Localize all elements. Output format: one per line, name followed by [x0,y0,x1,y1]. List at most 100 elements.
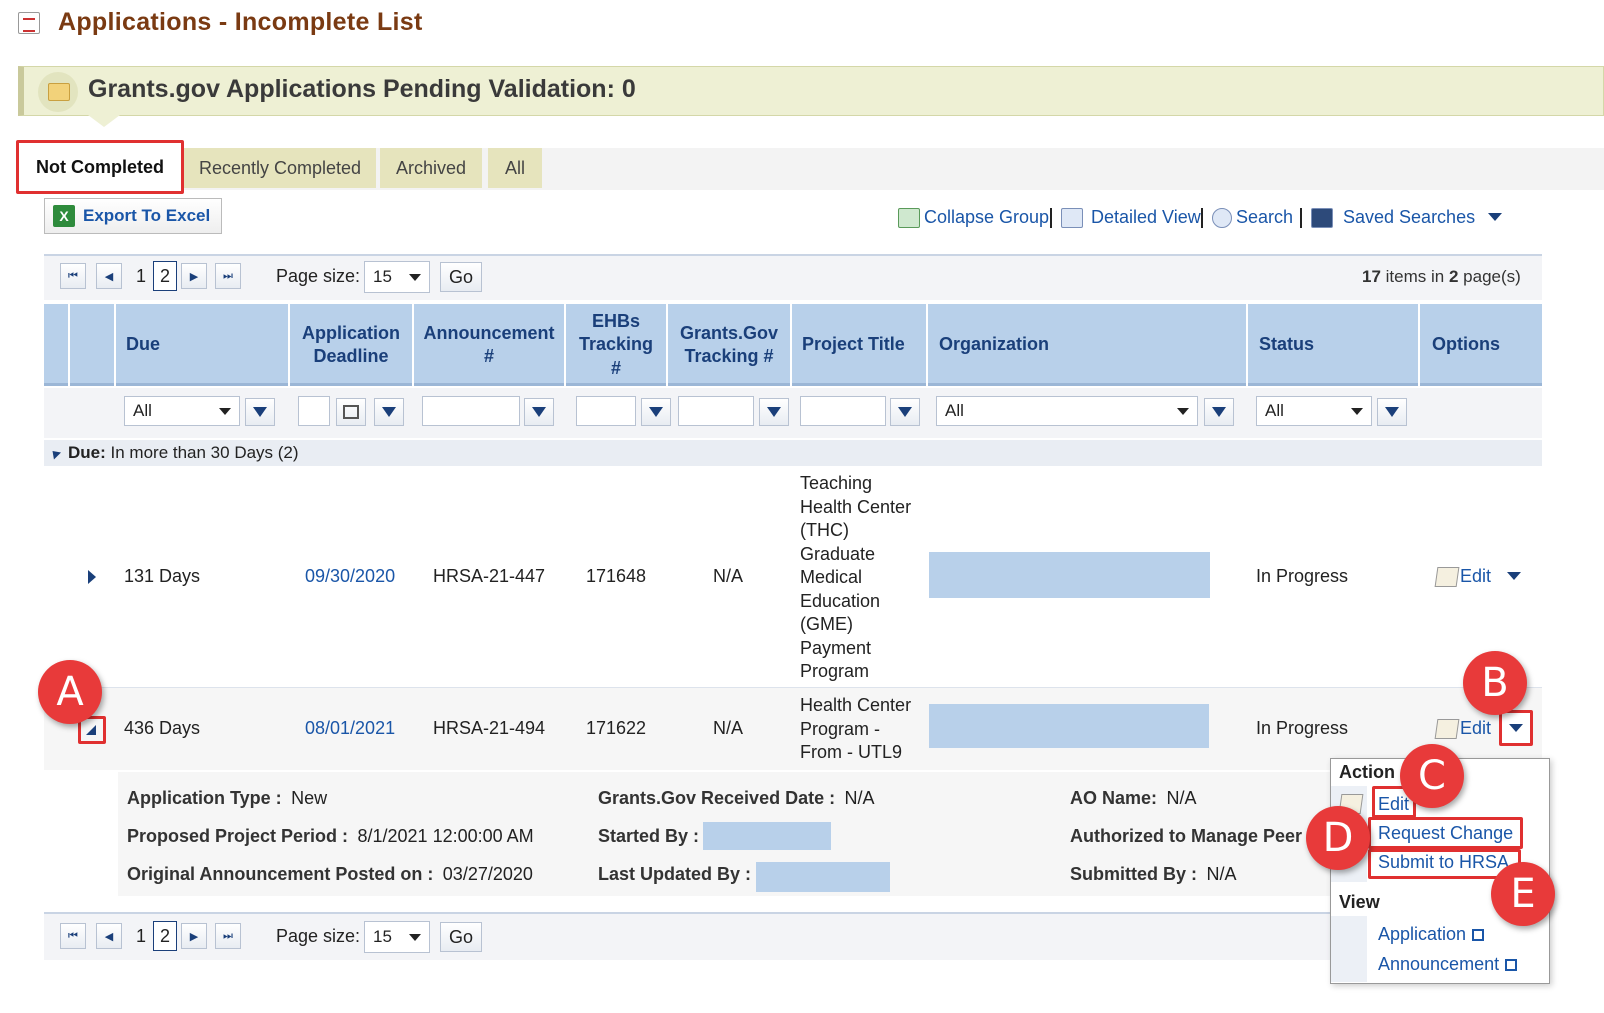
first-page-button[interactable]: ⏮ [60,923,86,949]
tab-archived[interactable]: Archived [380,148,482,188]
project-filter-input[interactable] [800,396,886,426]
header-organization[interactable]: Organization [926,304,1246,386]
toolbar-separator [1050,208,1052,228]
collapse-group-icon [898,207,920,228]
page-size-select[interactable]: 15 [364,921,430,953]
row-due: 436 Days [124,718,201,738]
page-size-label: Page size: [276,926,361,946]
page-2-current[interactable]: 2 [153,261,177,291]
menu-request-change[interactable]: Request Change [1378,823,1513,844]
header-ehbs-tracking[interactable]: EHBs Tracking # [564,304,666,386]
go-button[interactable]: Go [440,922,482,952]
toolbar-separator [1300,208,1302,228]
pager-top [44,254,1542,300]
menu-view-heading: View [1339,892,1380,912]
announcement-filter-input[interactable] [422,396,520,426]
export-to-excel-button[interactable]: X Export To Excel [44,198,222,234]
detail-submitted-by: Submitted By : N/A [1070,864,1236,885]
grants-filter-input[interactable] [678,396,754,426]
last-page-button[interactable]: ⏭ [215,263,241,289]
row-status: In Progress [1256,566,1349,586]
calendar-button[interactable] [336,398,366,426]
ehbs-filter-button[interactable] [641,398,671,426]
header-due[interactable]: Due [114,304,288,386]
row-options-dropdown-icon[interactable] [1507,572,1521,580]
header-status[interactable]: Status [1246,304,1418,386]
header-label: # [483,346,494,366]
menu-view-announcement[interactable]: Announcement [1378,954,1518,975]
search-label: Search [1236,207,1294,227]
first-page-button[interactable]: ⏮ [60,263,86,289]
menu-view-application[interactable]: Application [1378,924,1485,945]
expand-row-icon[interactable] [88,570,96,584]
tab-not-completed[interactable]: Not Completed [16,140,184,194]
menu-submit-to-hrsa[interactable]: Submit to HRSA [1378,852,1509,873]
prev-page-button[interactable]: ◀ [96,263,122,289]
project-title-line: Program - [800,718,881,739]
announcement-filter-button[interactable] [524,398,554,426]
search-icon [1212,207,1232,228]
detail-application-type: Application Type : New [127,788,327,809]
chevron-down-icon [409,273,421,281]
saved-searches-link[interactable]: Saved Searches [1311,207,1475,228]
collapse-row-icon[interactable] [86,725,96,735]
collapse-triangle-icon[interactable] [48,446,62,460]
status-filter-select[interactable]: All [1256,396,1372,426]
row-edit-link[interactable]: Edit [1434,566,1491,587]
menu-edit[interactable]: Edit [1378,794,1409,815]
row-edit-link[interactable]: Edit [1434,718,1491,739]
go-button[interactable]: Go [440,262,482,292]
next-page-button[interactable]: ▶ [181,923,207,949]
filter-icon [898,407,912,417]
due-filter-button[interactable] [245,398,275,426]
pages-count: 2 [1448,267,1459,286]
detail-label: Authorized to Manage Peer A [1070,826,1320,846]
header-label: Announcement [423,322,555,343]
tab-all[interactable]: All [488,148,542,188]
next-page-button[interactable]: ▶ [181,263,207,289]
search-link[interactable]: Search [1212,207,1293,228]
last-page-button[interactable]: ⏭ [215,923,241,949]
tab-recently-completed[interactable]: Recently Completed [184,148,376,188]
filter-icon [649,407,663,417]
excel-icon: X [53,205,75,227]
detail-last-updated-by: Last Updated By : [598,864,751,885]
row-project-title: Health Center Program - From - UTL9 [800,694,911,765]
row-announcement: HRSA-21-447 [433,566,546,586]
row-project-title: Teaching Health Center (THC) Graduate Me… [800,472,911,684]
page-2-current[interactable]: 2 [153,921,177,951]
status-filter-button[interactable] [1377,398,1407,426]
applications-icon [18,12,40,34]
prev-page-button[interactable]: ◀ [96,923,122,949]
detail-value: New [291,788,328,808]
header-announcement[interactable]: Announcement # [412,304,564,386]
deadline-filter-input[interactable] [298,396,330,426]
due-filter-select[interactable]: All [124,396,240,426]
organization-filter-select[interactable]: All [936,396,1198,426]
detailed-view-icon [1061,207,1083,228]
header-application-deadline[interactable]: Application Deadline [288,304,412,386]
deadline-filter-button[interactable] [374,398,404,426]
saved-searches-dropdown-icon[interactable] [1488,213,1502,221]
header-project-title[interactable]: Project Title [790,304,926,386]
collapse-group-link[interactable]: Collapse Group [898,207,1049,228]
page-1-link[interactable]: 1 [136,926,146,947]
detail-started-by: Started By : [598,826,699,847]
page-1-link[interactable]: 1 [136,266,146,287]
row-options-dropdown-icon[interactable] [1509,724,1523,732]
ehbs-filter-input[interactable] [576,396,636,426]
detailed-view-link[interactable]: Detailed View [1061,207,1201,228]
callout-d: D [1306,806,1370,870]
group-header-row[interactable]: Due: In more than 30 Days (2) [44,440,1542,466]
row-ehbs-tracking: 171648 [586,566,647,586]
items-text: items in [1385,267,1445,286]
external-link-icon [1505,959,1518,971]
organization-filter-button[interactable] [1204,398,1234,426]
chevron-down-icon [1351,407,1363,415]
project-filter-button[interactable] [890,398,920,426]
page-size-select[interactable]: 15 [364,261,430,293]
project-title-line: Medical [800,567,863,587]
grants-filter-button[interactable] [759,398,789,426]
chevron-down-icon [409,933,421,941]
header-grants-tracking[interactable]: Grants.Gov Tracking # [666,304,790,386]
